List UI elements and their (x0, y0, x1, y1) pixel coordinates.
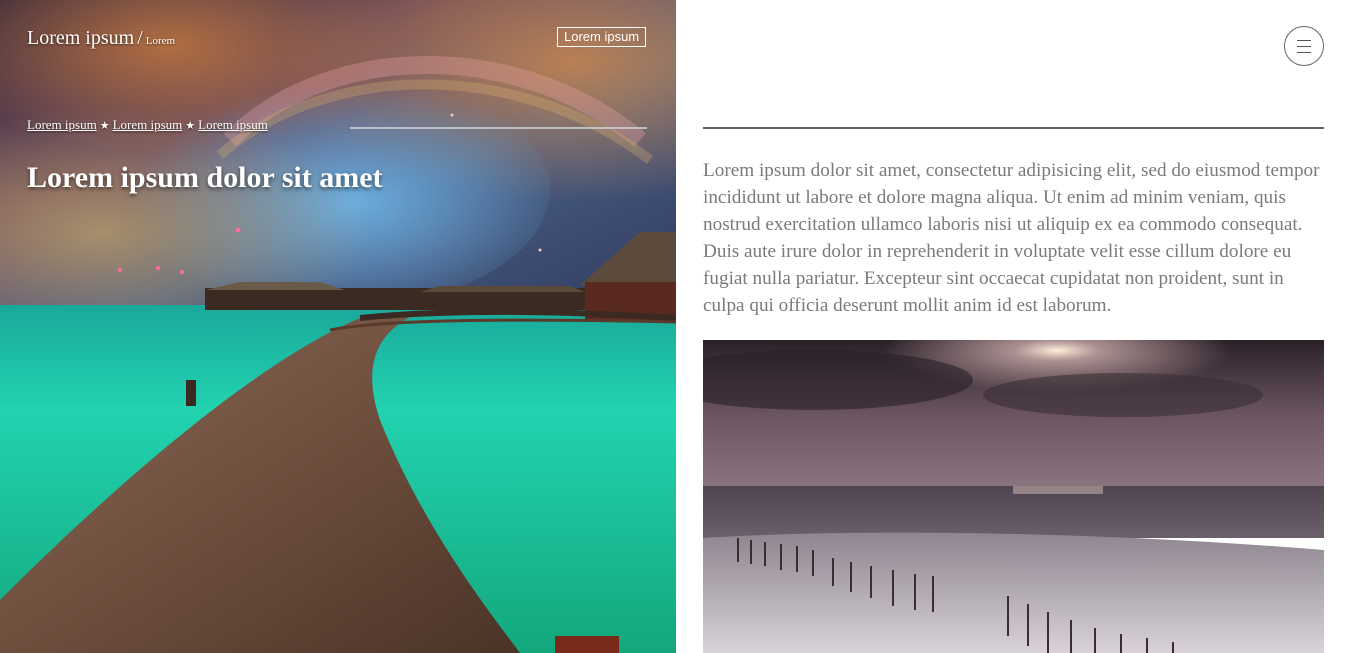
star-icon: ★ (99, 119, 110, 132)
hero-section: Lorem ipsum / Lorem Lorem ipsum Lorem ipsu… (0, 0, 676, 653)
brand-subtitle: Lorem (145, 35, 176, 47)
brand-separator: / (137, 27, 143, 49)
hero-divider (350, 127, 647, 129)
hero-background-image (0, 0, 676, 653)
breadcrumb-link-3[interactable]: Lorem ipsum (198, 117, 268, 132)
menu-button[interactable] (1284, 26, 1324, 66)
article-body: Lorem ipsum dolor sit amet, consectetur … (703, 160, 1320, 316)
hamburger-icon (1297, 46, 1311, 47)
article-image (703, 340, 1324, 653)
brand-title: Lorem ipsum (27, 27, 135, 49)
brand[interactable]: Lorem ipsum / Lorem (27, 26, 175, 53)
breadcrumb-link-2[interactable]: Lorem ipsum (113, 117, 183, 132)
breadcrumb: Lorem ipsum ★ Lorem ipsum ★ Lorem ipsum (27, 117, 268, 134)
hamburger-icon (1297, 40, 1311, 41)
hero-title: Lorem ipsum dolor sit amet (27, 161, 383, 194)
header-button[interactable]: Lorem ipsum (557, 27, 647, 47)
breadcrumb-link-1[interactable]: Lorem ipsum (27, 117, 97, 132)
beach-photo (703, 340, 1324, 653)
hamburger-icon (1297, 52, 1311, 53)
star-icon: ★ (185, 119, 196, 132)
content-divider (703, 127, 1324, 129)
